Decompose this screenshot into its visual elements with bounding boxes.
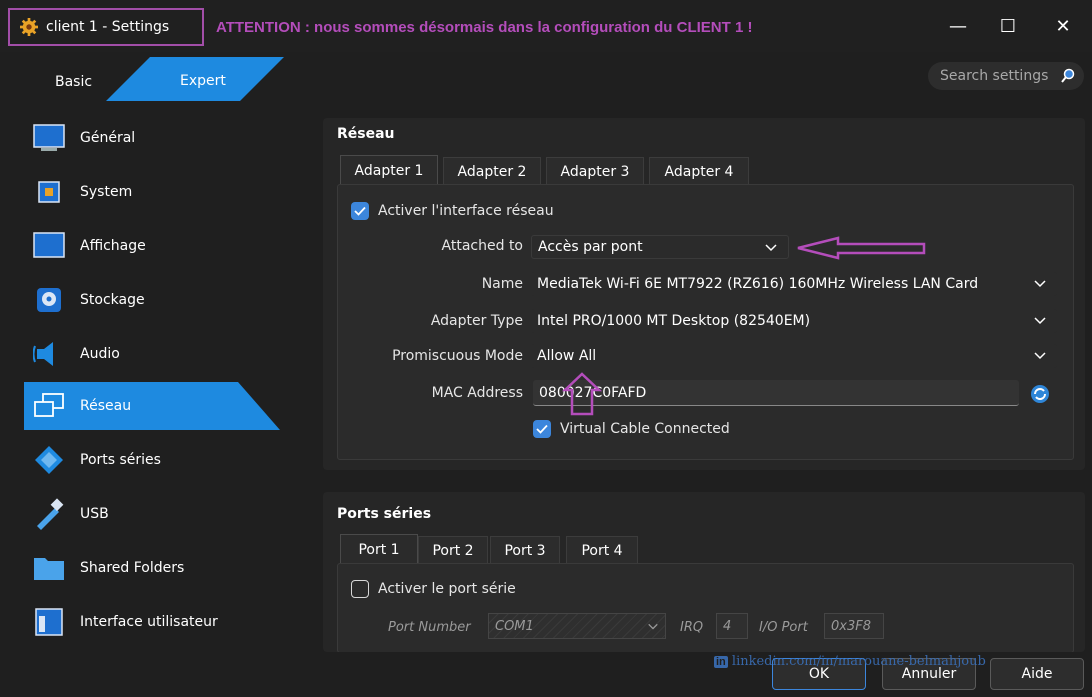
sidebar-item-label: Réseau: [80, 398, 132, 414]
promiscuous-value: Allow All: [537, 348, 597, 364]
chevron-down-icon: [1034, 280, 1046, 288]
search-input[interactable]: Search settings: [928, 62, 1084, 90]
irq-label: IRQ: [680, 620, 704, 635]
disk-icon: [32, 283, 66, 317]
serial-section-title: Ports séries: [337, 506, 432, 522]
sidebar-item-storage[interactable]: Stockage: [24, 276, 294, 324]
sidebar-item-network[interactable]: Réseau: [24, 382, 294, 430]
maximize-button[interactable]: ☐: [985, 8, 1031, 44]
port-number-label: Port Number: [388, 620, 471, 635]
mac-address-label: MAC Address: [431, 385, 523, 401]
refresh-mac-icon[interactable]: [1030, 384, 1050, 404]
tab-adapter-1[interactable]: Adapter 1: [340, 155, 438, 185]
sidebar-item-audio[interactable]: Audio: [24, 330, 294, 378]
adapter-type-label: Adapter Type: [430, 313, 523, 329]
io-port-value: 0x3F8: [831, 618, 871, 634]
usb-icon: [32, 497, 66, 531]
annotation-arrow-up-icon: [562, 372, 602, 416]
enable-adapter-checkbox[interactable]: [351, 202, 369, 220]
tab-adapter-4[interactable]: Adapter 4: [649, 157, 749, 185]
speaker-icon: [32, 337, 66, 371]
sidebar-item-shared-folders[interactable]: Shared Folders: [24, 544, 294, 592]
linkedin-watermark: in linkedin.com/in/marouane-belmahjoub: [714, 654, 986, 669]
network-icon: [32, 389, 66, 423]
sidebar-item-label: Affichage: [80, 238, 146, 254]
port-number-value: COM1: [495, 618, 534, 634]
network-section-title: Réseau: [337, 126, 395, 142]
attached-to-value: Accès par pont: [538, 239, 643, 255]
adapter-type-value: Intel PRO/1000 MT Desktop (82540EM): [537, 313, 811, 329]
sidebar-item-user-interface[interactable]: Interface utilisateur: [24, 598, 294, 646]
chevron-down-icon: [1034, 317, 1046, 325]
attached-to-label: Attached to: [441, 238, 523, 254]
enable-serial-label: Activer le port série: [378, 581, 516, 597]
sidebar-item-system[interactable]: System: [24, 168, 294, 216]
tab-port-2[interactable]: Port 2: [418, 536, 488, 564]
window-title-box: client 1 - Settings: [8, 8, 204, 46]
attention-annotation: ATTENTION : nous sommes désormais dans l…: [216, 19, 753, 36]
irq-value: 4: [723, 618, 732, 634]
annotation-arrow-left-icon: [797, 236, 926, 260]
linkedin-icon: in: [714, 656, 728, 668]
tab-port-1[interactable]: Port 1: [340, 534, 418, 564]
chevron-down-icon: [1034, 352, 1046, 360]
search-placeholder: Search settings: [940, 68, 1049, 84]
sidebar-item-display[interactable]: Affichage: [24, 222, 294, 270]
sidebar-item-label: Ports séries: [80, 452, 161, 468]
sidebar-item-label: System: [80, 184, 133, 200]
mac-address-input[interactable]: 080027C0FAFD: [533, 380, 1019, 406]
chevron-down-icon: [648, 623, 658, 630]
name-value: MediaTek Wi-Fi 6E MT7922 (RZ616) 160MHz …: [537, 276, 979, 292]
sidebar-item-label: Audio: [80, 346, 120, 362]
io-port-field: 0x3F8: [824, 613, 884, 639]
irq-field: 4: [716, 613, 748, 639]
sidebar-item-label: Interface utilisateur: [80, 614, 218, 630]
chip-icon: [32, 175, 66, 209]
cable-connected-label: Virtual Cable Connected: [560, 421, 730, 437]
io-port-label: I/O Port: [759, 620, 808, 635]
sidebar-item-usb[interactable]: USB: [24, 490, 294, 538]
help-button[interactable]: Aide: [990, 658, 1084, 690]
promiscuous-label: Promiscuous Mode: [392, 348, 523, 364]
serial-port-icon: [32, 443, 66, 477]
cable-connected-row: Virtual Cable Connected: [533, 420, 730, 438]
adapter-type-select[interactable]: Intel PRO/1000 MT Desktop (82540EM): [531, 309, 1057, 333]
linkedin-watermark-text: linkedin.com/in/marouane-belmahjoub: [731, 654, 986, 669]
enable-adapter-label: Activer l'interface réseau: [378, 203, 554, 219]
sidebar-item-label: Général: [80, 130, 136, 146]
sidebar-item-general[interactable]: Général: [24, 114, 294, 162]
enable-serial-row: Activer le port série: [351, 580, 516, 598]
window-title: client 1 - Settings: [46, 19, 170, 35]
close-button[interactable]: ✕: [1040, 8, 1086, 44]
promiscuous-select[interactable]: Allow All: [531, 344, 1057, 368]
mode-tab-expert[interactable]: Expert: [180, 73, 226, 89]
ui-window-icon: [32, 605, 66, 639]
enable-serial-checkbox[interactable]: [351, 580, 369, 598]
search-icon: [1061, 68, 1075, 83]
tab-adapter-2[interactable]: Adapter 2: [443, 157, 541, 185]
port-settings-panel: [337, 563, 1074, 653]
port-number-select: COM1: [488, 613, 666, 639]
name-label: Name: [481, 276, 523, 292]
monitor-icon: [32, 121, 66, 155]
settings-gear-icon: [20, 18, 38, 36]
tab-port-3[interactable]: Port 3: [490, 536, 560, 564]
cable-connected-checkbox[interactable]: [533, 420, 551, 438]
sidebar-item-label: Shared Folders: [80, 560, 185, 576]
sidebar-item-label: Stockage: [80, 292, 145, 308]
folder-icon: [32, 551, 66, 585]
tab-port-4[interactable]: Port 4: [566, 536, 638, 564]
enable-adapter-row: Activer l'interface réseau: [351, 202, 554, 220]
chevron-down-icon: [765, 244, 777, 252]
sidebar-item-label: USB: [80, 506, 109, 522]
minimize-button[interactable]: —: [935, 8, 981, 44]
sidebar-item-serial-ports[interactable]: Ports séries: [24, 436, 294, 484]
display-icon: [32, 229, 66, 263]
tab-adapter-3[interactable]: Adapter 3: [546, 157, 644, 185]
attached-to-select[interactable]: Accès par pont: [531, 235, 789, 259]
name-select[interactable]: MediaTek Wi-Fi 6E MT7922 (RZ616) 160MHz …: [531, 272, 1057, 296]
